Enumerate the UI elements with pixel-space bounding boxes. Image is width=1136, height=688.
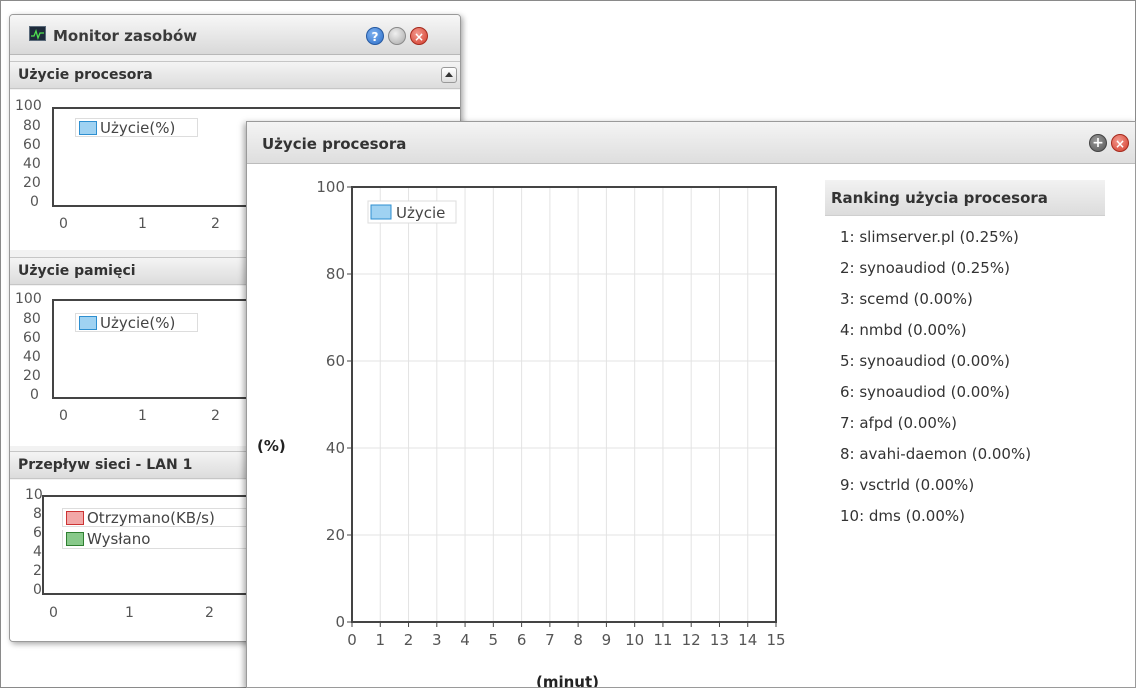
- y-tick: 100: [15, 98, 42, 114]
- resource-monitor-title: Monitor zasobów: [53, 27, 198, 45]
- legend-label: Wysłano: [87, 530, 151, 548]
- cpu-usage-window: Użycie procesora + × 0 20 40 60 80 100 0 1 2 3 4 5 6…: [246, 121, 1136, 688]
- y-tick-label: 20: [326, 526, 345, 544]
- legend-label: Użycie(%): [100, 119, 176, 137]
- legend-swatch: [79, 121, 97, 135]
- y-tick: 80: [23, 311, 41, 327]
- y-tick-label: 40: [326, 439, 345, 457]
- x-tick-label: 5: [489, 631, 499, 649]
- x-axis-label: (minut): [536, 673, 600, 688]
- cpu-section-title: Użycie procesora: [18, 67, 153, 83]
- x-tick-label: 6: [517, 631, 527, 649]
- legend-swatch: [66, 532, 84, 546]
- cpu-mini-legend: Użycie(%): [75, 118, 198, 137]
- resource-monitor-titlebar[interactable]: Monitor zasobów ? ×: [10, 15, 460, 55]
- memory-section-title: Użycie pamięci: [18, 263, 136, 279]
- collapse-up-icon[interactable]: [441, 67, 457, 83]
- network-section-title: Przepływ sieci - LAN 1: [18, 457, 193, 473]
- close-icon[interactable]: ×: [410, 27, 428, 45]
- y-tick: 10: [25, 487, 43, 503]
- y-tick: 0: [33, 582, 42, 598]
- y-tick-label: 100: [316, 178, 345, 196]
- x-tick-label: 7: [545, 631, 555, 649]
- minimize-icon[interactable]: [388, 27, 406, 45]
- y-tick: 60: [23, 330, 41, 346]
- y-tick: 100: [15, 291, 42, 307]
- legend-swatch: [370, 204, 392, 220]
- x-tick-label: 2: [404, 631, 414, 649]
- x-tick-label: 10: [625, 631, 644, 649]
- y-tick: 0: [30, 194, 39, 210]
- ranking-item: 1: slimserver.pl (0.25%): [840, 228, 1019, 246]
- x-tick-label: 11: [653, 631, 672, 649]
- x-tick-label: 8: [573, 631, 583, 649]
- cpu-ranking-list: 1: slimserver.pl (0.25%) 2: synoaudiod (…: [825, 216, 1105, 538]
- x-tick-label: 4: [460, 631, 470, 649]
- y-tick: 20: [23, 175, 41, 191]
- help-icon[interactable]: ?: [366, 27, 384, 45]
- x-tick: 2: [205, 605, 214, 621]
- x-tick: 0: [49, 605, 58, 621]
- x-tick: 0: [59, 216, 68, 232]
- cpu-ranking-panel: Ranking użycia procesora 1: slimserver.p…: [825, 180, 1105, 538]
- y-tick-label: 80: [326, 265, 345, 283]
- ranking-item: 7: afpd (0.00%): [840, 414, 958, 432]
- ranking-item: 9: vsctrld (0.00%): [840, 476, 975, 494]
- resource-monitor-app-icon: [29, 26, 46, 41]
- y-tick: 4: [33, 544, 42, 560]
- cpu-usage-chart: 0 20 40 60 80 100 0 1 2 3 4 5 6 7 8 9 10 11 12 13 14 15 Użycie…: [247, 164, 817, 688]
- network-legend-sent: Wysłano: [62, 530, 247, 549]
- x-tick-label: 0: [347, 631, 357, 649]
- legend-label: Użycie(%): [100, 314, 176, 332]
- y-tick: 0: [30, 387, 39, 403]
- x-tick-label: 13: [710, 631, 729, 649]
- x-tick-label: 1: [375, 631, 385, 649]
- legend-label: Użycie: [396, 204, 445, 222]
- y-tick: 2: [33, 563, 42, 579]
- x-tick: 2: [211, 216, 220, 232]
- y-tick: 40: [23, 349, 41, 365]
- y-axis-label: (%): [257, 437, 286, 455]
- ranking-item: 5: synoaudiod (0.00%): [840, 352, 1010, 370]
- legend-swatch: [66, 511, 84, 525]
- ranking-item: 8: avahi-daemon (0.00%): [840, 445, 1032, 463]
- y-tick: 40: [23, 156, 41, 172]
- x-tick-label: 12: [682, 631, 701, 649]
- x-tick-label: 14: [738, 631, 757, 649]
- x-tick-label: 15: [766, 631, 785, 649]
- x-tick-label: 9: [602, 631, 612, 649]
- y-tick: 6: [33, 525, 42, 541]
- network-legend-received: Otrzymano(KB/s): [62, 508, 247, 527]
- ranking-item: 10: dms (0.00%): [840, 507, 965, 525]
- cpu-section-header[interactable]: Użycie procesora: [10, 61, 460, 89]
- x-tick: 1: [138, 408, 147, 424]
- plot-area-border: [351, 186, 777, 623]
- x-tick-label: 3: [432, 631, 442, 649]
- close-icon[interactable]: ×: [1111, 134, 1129, 152]
- x-tick: 1: [125, 605, 134, 621]
- x-tick: 0: [59, 408, 68, 424]
- cpu-usage-chart-svg: 0204060801000 1 2 3 4 5 6 7 8 9 10 11 12 13 14 15Użycie: [316, 178, 785, 649]
- expand-icon[interactable]: +: [1089, 134, 1107, 152]
- y-tick: 8: [33, 506, 42, 522]
- cpu-ranking-header: Ranking użycia procesora: [825, 180, 1105, 216]
- x-tick: 2: [211, 408, 220, 424]
- memory-mini-legend: Użycie(%): [75, 313, 198, 332]
- y-tick-label: 60: [326, 352, 345, 370]
- ranking-item: 4: nmbd (0.00%): [840, 321, 967, 339]
- y-tick-label: 0: [335, 613, 345, 631]
- y-tick: 60: [23, 137, 41, 153]
- ranking-item: 3: scemd (0.00%): [840, 290, 973, 308]
- cpu-window-title: Użycie procesora: [262, 135, 407, 153]
- y-tick: 80: [23, 118, 41, 134]
- ranking-item: 6: synoaudiod (0.00%): [840, 383, 1010, 401]
- legend-label: Otrzymano(KB/s): [87, 509, 215, 527]
- y-tick: 20: [23, 368, 41, 384]
- x-tick: 1: [138, 216, 147, 232]
- cpu-window-titlebar[interactable]: Użycie procesora + ×: [247, 122, 1135, 164]
- legend-swatch: [79, 316, 97, 330]
- ranking-item: 2: synoaudiod (0.25%): [840, 259, 1010, 277]
